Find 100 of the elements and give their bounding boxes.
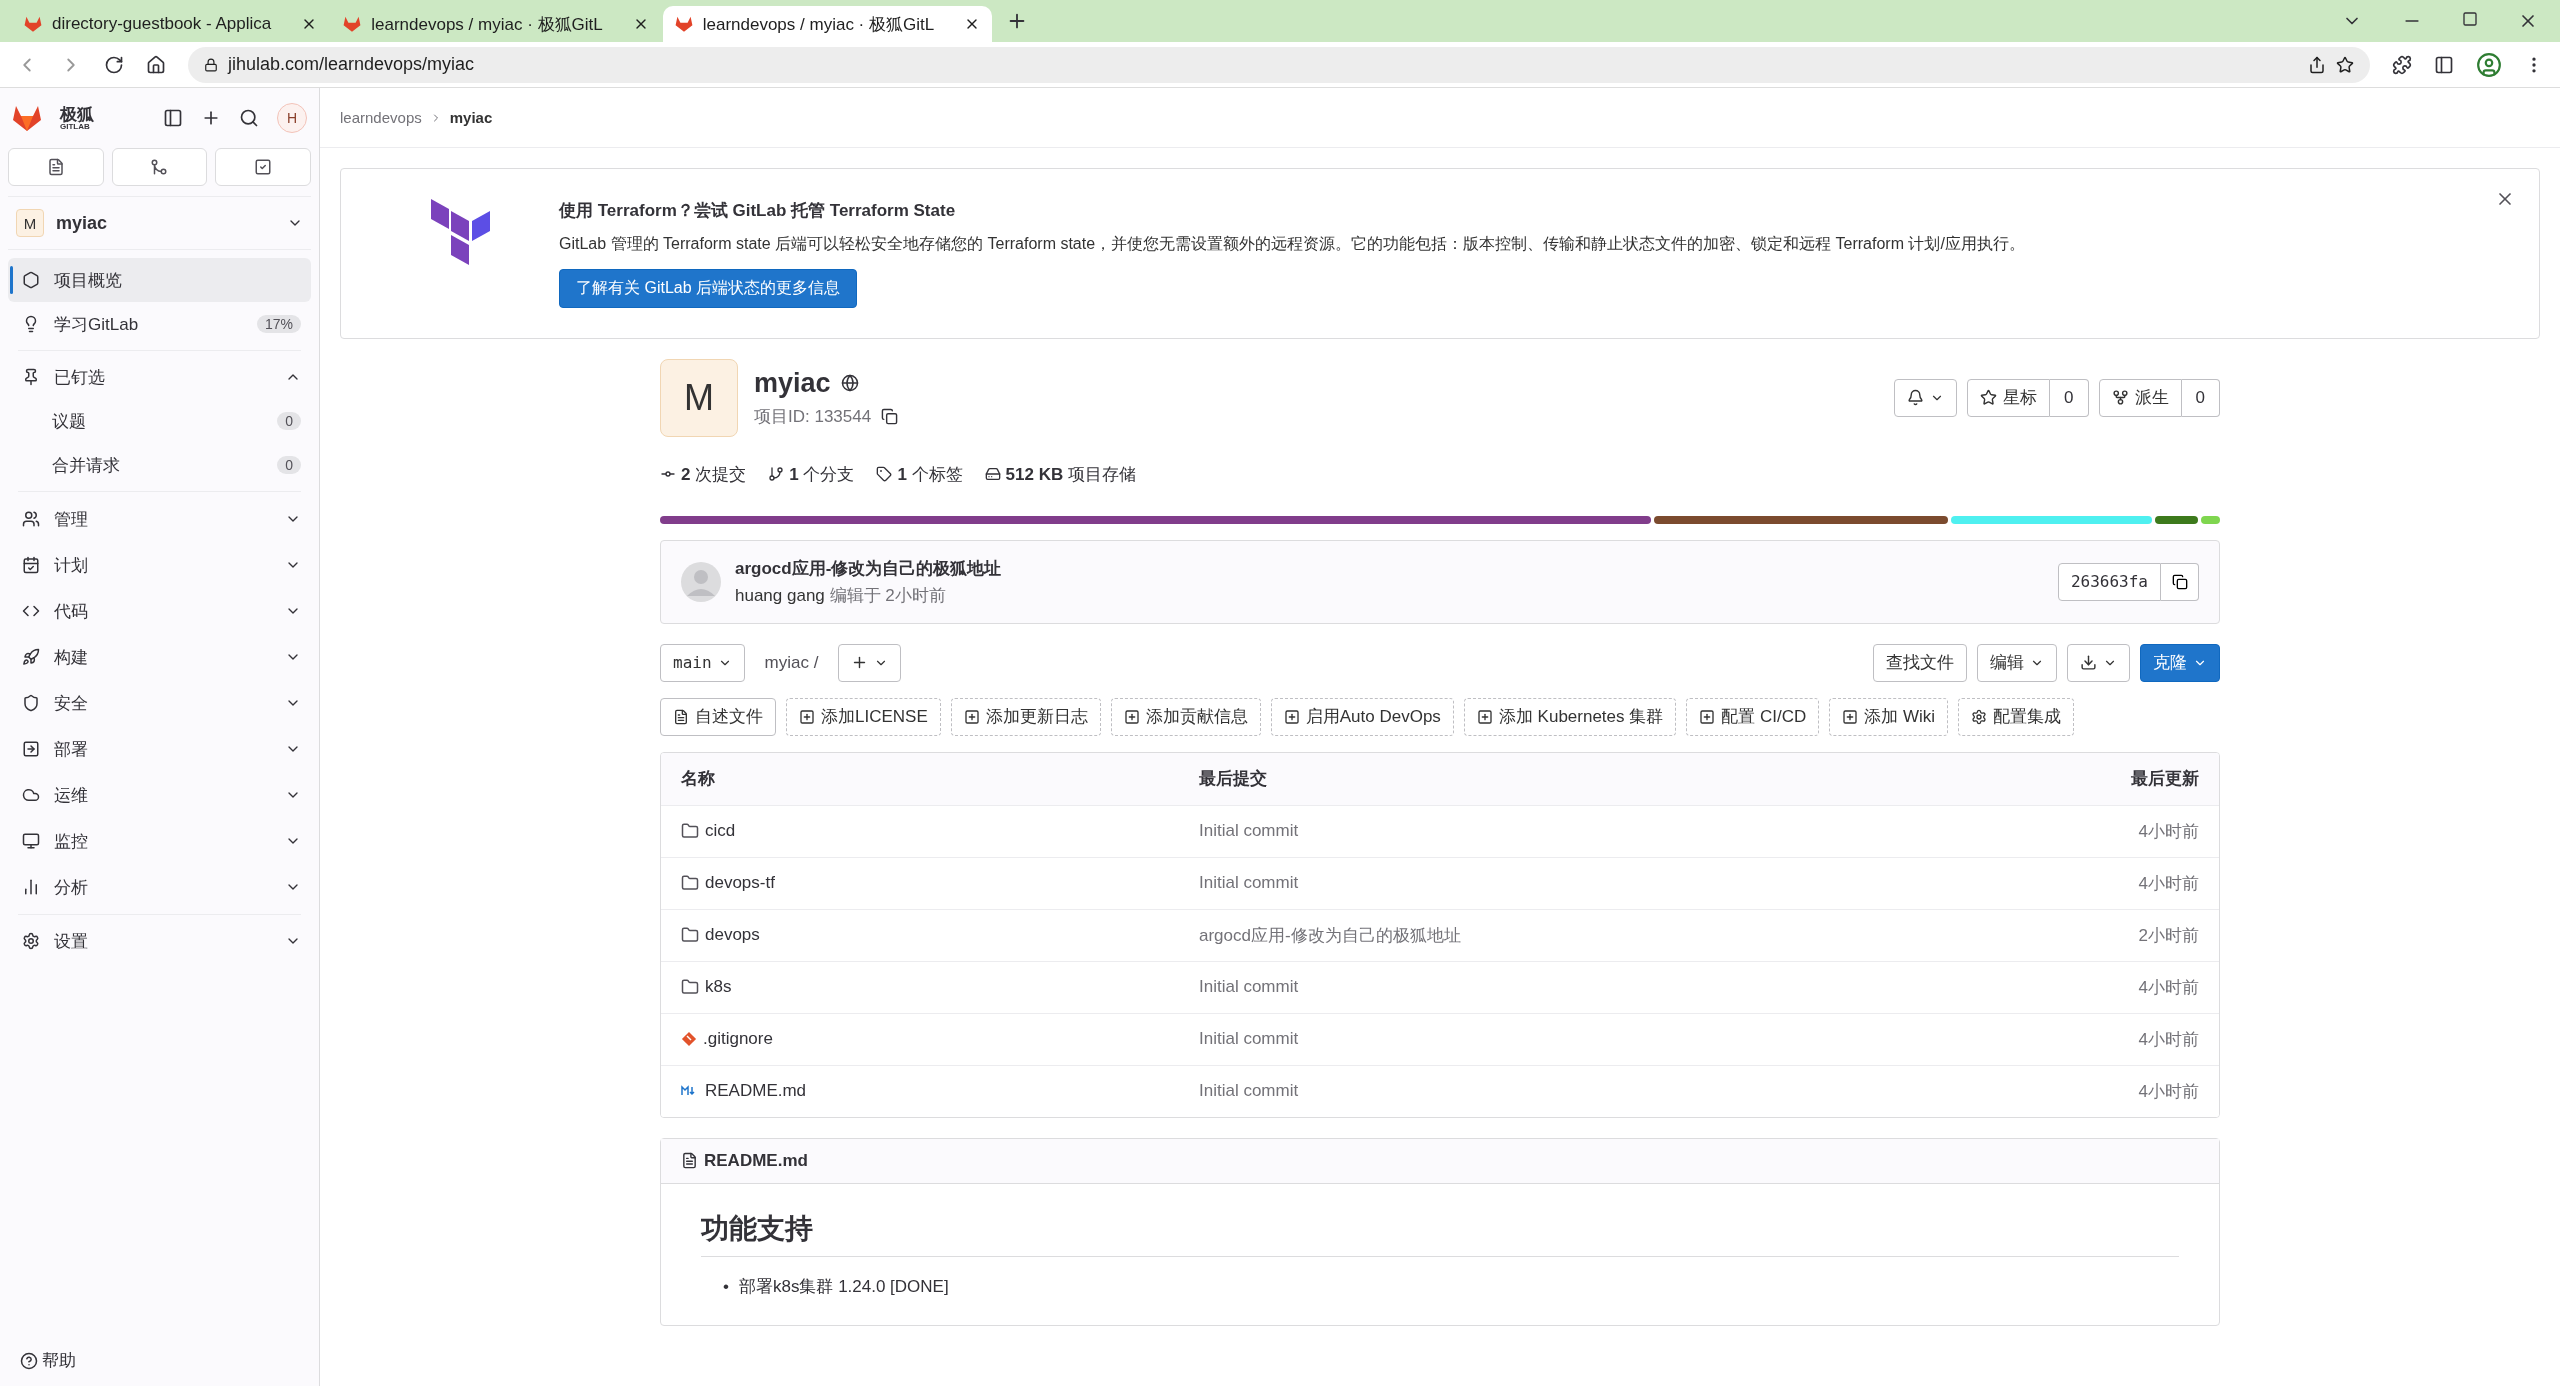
sidebar-section[interactable]: 设置 — [8, 919, 311, 963]
sidebar-toggle-icon[interactable] — [163, 108, 183, 128]
copy-button[interactable] — [2161, 562, 2199, 601]
bullet: • — [723, 1275, 729, 1298]
maximize-icon[interactable] — [2462, 11, 2478, 27]
logo-text: 极狐 — [60, 105, 94, 123]
shortcut-button[interactable]: 启用Auto DevOps — [1270, 697, 1454, 736]
shortcut-button[interactable]: 添加 Kubernetes 集群 — [1463, 697, 1677, 736]
sidebar-item[interactable]: 项目概览 — [8, 258, 311, 302]
address-bar[interactable]: jihulab.com/learndevops/myiac — [188, 46, 2370, 83]
sidebar-item[interactable]: 议题 0 — [8, 399, 311, 443]
browser-tab[interactable]: learndevops / myiac · 极狐GitL — [331, 6, 661, 42]
commit-link[interactable]: Initial commit — [1199, 873, 1999, 894]
settings-icon — [22, 932, 40, 950]
share-icon[interactable] — [2308, 55, 2326, 74]
plus-square-icon — [963, 708, 980, 725]
commit-link[interactable]: Initial commit — [1199, 1081, 1999, 1102]
project-stat[interactable]: 512 KB 项目存储 — [1005, 462, 1136, 486]
learn-more-button[interactable]: 了解有关 GitLab 后端状态的更多信息 — [559, 268, 858, 308]
file-link[interactable]: devops-tf — [705, 873, 775, 894]
home-icon[interactable] — [146, 54, 166, 75]
section-label: 设置 — [54, 930, 89, 953]
user-avatar[interactable]: H — [277, 103, 307, 133]
file-link[interactable]: README.md — [705, 1081, 807, 1102]
clone-dropdown[interactable]: 克隆 — [2140, 643, 2220, 682]
branch-icon — [768, 466, 785, 483]
breadcrumb-link[interactable]: myiac — [449, 109, 493, 126]
sidebar-item[interactable]: 合并请求 0 — [8, 443, 311, 487]
browser-tab[interactable]: directory-guestbook - Applica — [12, 6, 330, 42]
merge-icon — [150, 158, 169, 176]
browser-tab[interactable]: learndevops / myiac · 极狐GitL — [662, 6, 993, 42]
folder-icon — [681, 822, 699, 841]
commit-link[interactable]: Initial commit — [1199, 977, 1999, 998]
fork-button[interactable]: 派生 — [2098, 378, 2182, 417]
sidebar-item[interactable]: 学习GitLab 17% — [8, 302, 311, 346]
file-link[interactable]: cicd — [705, 821, 736, 842]
section-label: 代码 — [54, 600, 89, 623]
shortcut-button[interactable]: 添加更新日志 — [950, 697, 1101, 736]
project-stat[interactable]: 1 个分支 — [789, 462, 855, 486]
commit-sha: 263663fa — [2057, 562, 2161, 601]
sidebar-section[interactable]: 计划 — [8, 542, 311, 588]
table-cell-text: 4小时前 — [2137, 820, 2199, 843]
profile-icon[interactable] — [2476, 51, 2502, 78]
section-label: 已钉选 — [54, 366, 106, 389]
sidebar-section[interactable]: 管理 — [8, 496, 311, 542]
sidebar-section[interactable]: 监控 — [8, 818, 311, 864]
fork-count: 0 — [2181, 378, 2220, 417]
issues-button[interactable] — [8, 148, 104, 186]
column-header: 最后提交 — [1199, 768, 1268, 791]
edit-dropdown[interactable]: 编辑 — [1977, 643, 2057, 682]
shortcut-button[interactable]: 自述文件 — [660, 697, 776, 736]
item-label: 学习GitLab — [54, 313, 140, 336]
project-stat[interactable]: 2 次提交 — [681, 462, 747, 486]
hexagon-icon — [22, 271, 40, 289]
project-switcher[interactable]: M myiac — [8, 196, 311, 250]
shield-icon — [22, 694, 40, 712]
sidebar-section[interactable]: 安全 — [8, 680, 311, 726]
commit-link[interactable]: Initial commit — [1199, 1029, 1999, 1050]
fork-icon — [2111, 389, 2129, 407]
file-link[interactable]: k8s — [705, 977, 732, 998]
sidebar-section[interactable]: 已钉选 — [8, 355, 311, 399]
project-stat[interactable]: 1 个标签 — [897, 462, 963, 486]
tab-title: directory-guestbook - Applica — [52, 14, 272, 34]
reload-icon[interactable] — [104, 54, 124, 75]
file-link[interactable]: devops — [705, 925, 760, 946]
sidebar-section[interactable]: 运维 — [8, 772, 311, 818]
url-text: jihulab.com/learndevops/myiac — [228, 54, 476, 75]
commit-link[interactable]: Initial commit — [1199, 821, 1999, 842]
breadcrumb-link[interactable]: learndevops — [340, 109, 422, 126]
tag-icon — [876, 466, 893, 483]
banner-title: 使用 Terraform？尝试 GitLab 托管 Terraform State — [559, 200, 957, 222]
shortcut-button[interactable]: 添加LICENSE — [786, 697, 941, 736]
sidebar-section[interactable]: 部署 — [8, 726, 311, 772]
download-dropdown[interactable] — [2067, 643, 2130, 682]
find-file-button[interactable]: 查找文件 — [1873, 643, 1967, 682]
branch-dropdown[interactable]: main — [660, 643, 745, 682]
notification-button[interactable] — [1894, 378, 1958, 417]
commit-link[interactable]: argocd应用-修改为自己的极狐地址 — [1199, 923, 1999, 947]
help-link[interactable]: 帮助 — [42, 1349, 76, 1372]
file-link[interactable]: .gitignore — [703, 1029, 773, 1050]
search-icon[interactable] — [239, 108, 259, 128]
star-button[interactable]: 星标 — [1967, 378, 2051, 417]
item-label: 议题 — [52, 410, 87, 433]
fox-logo-icon — [12, 104, 42, 132]
bell-icon — [1907, 389, 1925, 407]
shortcut-button[interactable]: 添加贡献信息 — [1110, 697, 1261, 736]
side-panel-icon[interactable] — [2434, 54, 2454, 75]
fox-favicon-icon — [24, 15, 42, 33]
extensions-icon[interactable] — [2392, 54, 2412, 75]
commit-title[interactable]: argocd应用-修改为自己的极狐地址 — [735, 556, 2044, 580]
shortcut-button[interactable]: 添加 Wiki — [1829, 697, 1949, 736]
shortcut-button[interactable]: 配置 CI/CD — [1686, 697, 1820, 736]
sidebar-section[interactable]: 构建 — [8, 634, 311, 680]
author-link[interactable]: huang gang — [735, 585, 825, 605]
plus-square-icon — [1123, 708, 1140, 725]
bookmark-star-icon[interactable] — [2336, 55, 2354, 74]
shortcut-button[interactable]: 配置集成 — [1958, 697, 2075, 736]
sidebar-section[interactable]: 代码 — [8, 588, 311, 634]
sidebar-section[interactable]: 分析 — [8, 864, 311, 910]
copy-icon[interactable] — [881, 407, 899, 425]
